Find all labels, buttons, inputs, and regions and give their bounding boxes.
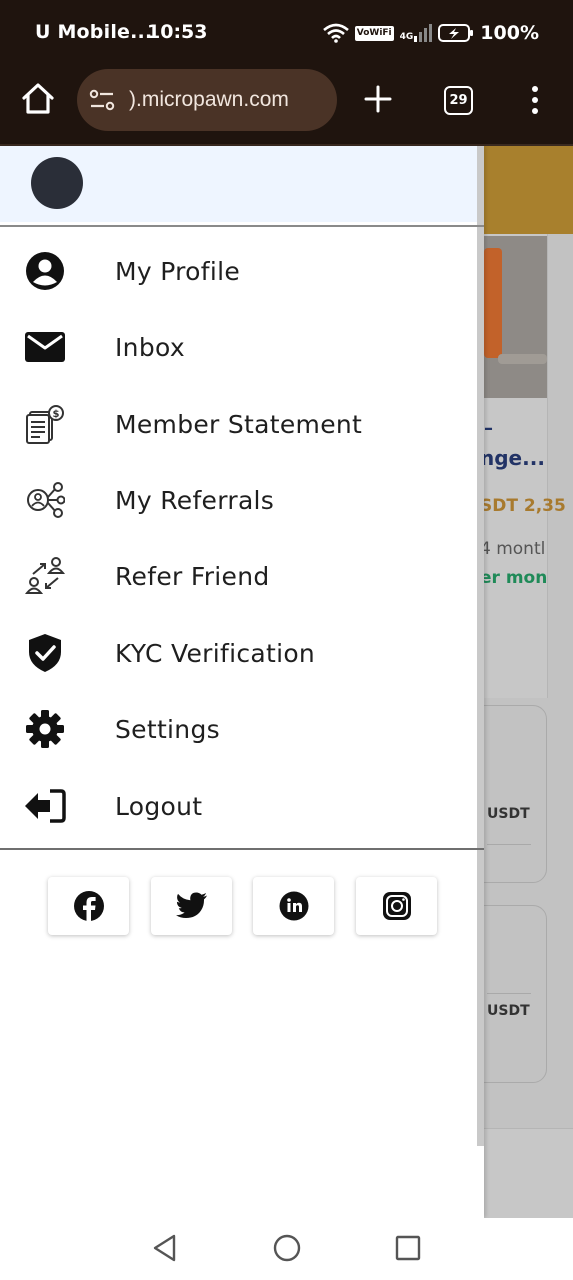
statement-icon: $: [24, 403, 66, 445]
system-nav-bar: [0, 1218, 573, 1280]
browser-toolbar: ).micropawn.com 29: [0, 66, 573, 145]
linkedin-button[interactable]: [253, 877, 334, 935]
facebook-button[interactable]: [48, 877, 129, 935]
refer-friend-icon: [24, 555, 66, 597]
url-text[interactable]: ).micropawn.com: [129, 88, 289, 112]
drawer-header: [0, 146, 477, 222]
battery-level: 100%: [480, 22, 539, 44]
menu-item-member-statement[interactable]: $ Member Statement: [0, 386, 477, 462]
menu-label: Logout: [115, 791, 203, 821]
svg-text:$: $: [53, 409, 60, 420]
twitter-button[interactable]: [151, 877, 232, 935]
profile-icon: [24, 250, 66, 292]
menu-item-my-referrals[interactable]: My Referrals: [0, 462, 477, 538]
menu-label: KYC Verification: [115, 638, 316, 668]
drawer-scrollbar[interactable]: [477, 146, 484, 1146]
menu-item-my-profile[interactable]: My Profile: [0, 233, 477, 309]
menu-label: Settings: [115, 714, 220, 744]
status-bar: U Mobile... 10:53 VoWiFi 4G 100%: [0, 0, 573, 66]
product-image: [484, 236, 547, 398]
product-title-line1: –: [484, 418, 493, 439]
logout-icon: [24, 785, 66, 827]
address-bar[interactable]: ).micropawn.com: [77, 69, 337, 131]
product-term: 4 montl: [480, 539, 546, 559]
instagram-icon: [382, 892, 411, 920]
vowifi-badge: VoWiFi: [354, 25, 394, 41]
shield-check-icon: [24, 632, 66, 674]
product-title-line2: nge...: [480, 446, 545, 470]
clock: 10:53: [147, 21, 208, 43]
new-tab-icon[interactable]: [363, 84, 393, 114]
signal-icon: 4G: [400, 24, 433, 42]
tab-switcher-button[interactable]: 29: [444, 86, 473, 115]
recents-icon[interactable]: [393, 1233, 423, 1263]
carrier-name: U Mobile...: [35, 21, 153, 43]
menu-item-refer-friend[interactable]: Refer Friend: [0, 538, 477, 614]
menu-label: Member Statement: [115, 409, 363, 439]
wifi-icon: [322, 23, 349, 43]
home-nav-icon[interactable]: [272, 1233, 302, 1263]
facebook-icon: [73, 891, 104, 922]
product-term-green: er mon: [480, 568, 548, 588]
currency-label: USDT: [487, 1003, 530, 1019]
instagram-button[interactable]: [356, 877, 437, 935]
menu-label: Inbox: [115, 332, 185, 362]
back-icon[interactable]: [150, 1233, 180, 1263]
menu-item-settings[interactable]: Settings: [0, 691, 477, 767]
menu-item-inbox[interactable]: Inbox: [0, 309, 477, 385]
site-settings-icon[interactable]: [89, 89, 115, 111]
menu-label: My Profile: [115, 256, 241, 286]
menu-item-kyc-verification[interactable]: KYC Verification: [0, 615, 477, 691]
gear-icon: [24, 708, 66, 750]
status-indicators: VoWiFi 4G 100%: [322, 18, 539, 48]
product-price: SDT 2,35: [480, 496, 566, 516]
mail-icon: [24, 326, 66, 368]
menu-label: Refer Friend: [115, 561, 270, 591]
menu-divider: [0, 848, 484, 850]
page-banner: [484, 146, 573, 234]
menu-item-logout[interactable]: Logout: [0, 768, 477, 844]
more-menu-icon[interactable]: [527, 84, 543, 116]
linkedin-icon: [279, 891, 308, 921]
menu-label: My Referrals: [115, 485, 275, 515]
header-divider: [0, 225, 484, 227]
page-footer: [484, 1128, 573, 1218]
avatar[interactable]: [31, 157, 83, 209]
currency-label: USDT: [487, 806, 530, 822]
referrals-icon: [24, 479, 66, 521]
home-icon[interactable]: [20, 81, 56, 117]
twitter-icon: [175, 892, 207, 918]
battery-icon: [438, 24, 474, 42]
navigation-drawer: My Profile Inbox $ Member Statement My R…: [0, 146, 484, 1218]
